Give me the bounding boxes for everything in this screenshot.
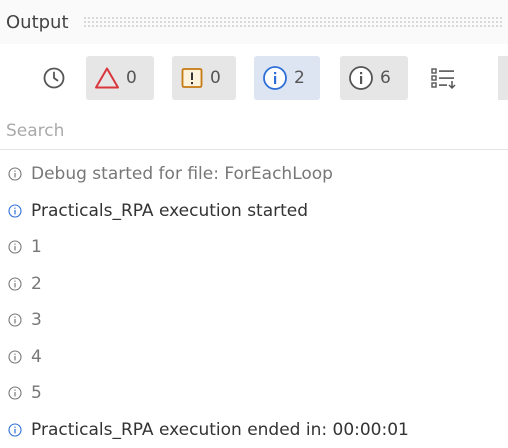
errors-count: 0 xyxy=(126,68,137,88)
trace-circle-icon xyxy=(8,350,22,364)
log-entry-text: Debug started for file: ForEachLoop xyxy=(31,164,333,185)
log-entry[interactable]: 2 xyxy=(0,266,508,303)
search-bar xyxy=(0,114,508,150)
error-triangle-icon xyxy=(95,67,119,89)
trace-count: 6 xyxy=(380,68,391,88)
log-entry[interactable]: 3 xyxy=(0,302,508,339)
info-count: 2 xyxy=(294,68,305,88)
log-entry[interactable]: 4 xyxy=(0,339,508,376)
info-circle-icon xyxy=(8,204,22,218)
log-entry-text: Practicals_RPA execution ended in: 00:00… xyxy=(31,419,409,440)
drag-grip[interactable] xyxy=(82,16,504,28)
info-filter-button[interactable]: 2 xyxy=(254,56,320,100)
search-input[interactable] xyxy=(0,114,486,148)
log-entry[interactable]: Practicals_RPA execution ended in: 00:00… xyxy=(0,412,508,448)
trace-circle-icon xyxy=(8,240,22,254)
toolbar-overflow-button[interactable] xyxy=(498,56,508,100)
trace-circle-icon xyxy=(349,66,373,90)
filter-list-icon xyxy=(431,68,456,90)
trace-circle-icon xyxy=(8,167,22,181)
log-entry-text: 2 xyxy=(31,273,42,294)
log-entry[interactable]: 5 xyxy=(0,375,508,412)
warnings-filter-button[interactable]: 0 xyxy=(172,56,236,100)
panel-title: Output xyxy=(6,11,69,33)
output-log: Debug started for file: ForEachLoop Pract… xyxy=(0,156,508,448)
output-panel: Output 0 0 2 6 Search Debug started for … xyxy=(0,0,508,448)
log-entry-text: Practicals_RPA execution started xyxy=(31,200,309,221)
errors-filter-button[interactable]: 0 xyxy=(86,56,154,100)
output-toolbar: 0 0 2 6 xyxy=(0,50,508,106)
log-entry[interactable]: Debug started for file: ForEachLoop xyxy=(0,156,508,193)
clock-icon xyxy=(43,67,65,89)
log-entry-text: 4 xyxy=(31,346,42,367)
warning-square-icon xyxy=(181,68,203,88)
info-circle-icon xyxy=(8,423,22,437)
log-entry-text: 3 xyxy=(31,310,42,331)
trace-circle-icon xyxy=(8,386,22,400)
timestamps-toggle-button[interactable] xyxy=(36,56,76,100)
trace-circle-icon xyxy=(8,277,22,291)
info-circle-icon xyxy=(263,66,287,90)
log-entry-text: 5 xyxy=(31,383,42,404)
filter-options-button[interactable] xyxy=(424,56,468,100)
log-entry[interactable]: 1 xyxy=(0,229,508,266)
log-entry-text: 1 xyxy=(31,237,42,258)
warnings-count: 0 xyxy=(210,68,221,88)
log-entry[interactable]: Practicals_RPA execution started xyxy=(0,193,508,230)
trace-filter-button[interactable]: 6 xyxy=(340,56,408,100)
panel-titlebar[interactable]: Output xyxy=(0,0,508,44)
trace-circle-icon xyxy=(8,313,22,327)
